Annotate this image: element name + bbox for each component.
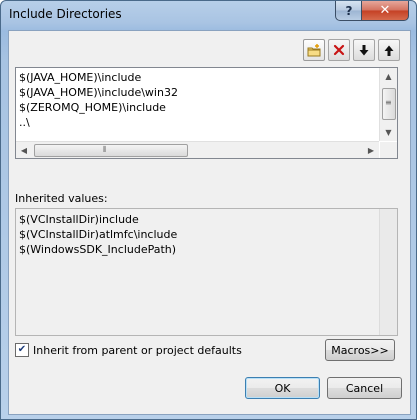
list-item[interactable]: $(JAVA_HOME)\include\win32 [19, 85, 178, 100]
scroll-right-arrow-icon[interactable]: ▶ [363, 142, 379, 158]
inherit-label[interactable]: Inherit from parent or project defaults [33, 344, 242, 357]
directories-lines: $(JAVA_HOME)\include $(JAVA_HOME)\includ… [19, 70, 178, 130]
macros-button[interactable]: Macros>> [325, 339, 395, 361]
vertical-scroll-thumb[interactable]: ≡ [382, 88, 396, 120]
inherited-lines: $(VCInstallDir)include $(VCInstallDir)at… [19, 212, 177, 257]
arrow-down-icon [359, 44, 369, 55]
inherited-values-label: Inherited values: [15, 192, 108, 205]
new-line-button[interactable] [303, 39, 325, 61]
grip-icon: ≡ [385, 98, 392, 107]
close-button[interactable]: ✕ [361, 1, 409, 21]
inherited-values-box: $(VCInstallDir)include $(VCInstallDir)at… [15, 208, 398, 336]
inherit-row[interactable]: ✔ Inherit from parent or project default… [15, 343, 242, 357]
grip-icon: ⦀ [103, 145, 107, 154]
vertical-scrollbar[interactable]: ▲ ≡ ▼ [379, 68, 397, 141]
delete-button[interactable] [328, 39, 350, 61]
inherit-checkbox[interactable]: ✔ [15, 343, 29, 357]
horizontal-scrollbar[interactable]: ◀ ⦀ ▶ [16, 141, 379, 158]
horizontal-scroll-thumb[interactable]: ⦀ [34, 144, 188, 157]
ok-button[interactable]: OK [245, 377, 320, 399]
scroll-down-arrow-icon[interactable]: ▼ [380, 124, 397, 141]
move-up-button[interactable] [378, 39, 400, 61]
list-item: $(VCInstallDir)atlmfc\include [19, 228, 178, 241]
directories-editor: $(JAVA_HOME)\include $(JAVA_HOME)\includ… [15, 35, 400, 159]
move-down-button[interactable] [353, 39, 375, 61]
list-item[interactable]: ..\ [19, 115, 178, 130]
scroll-up-arrow-icon[interactable]: ▲ [380, 68, 397, 85]
inherited-scrollbar [379, 209, 397, 335]
include-directories-window: Include Directories ? ✕ $(JAVA_HOME)\inc… [0, 0, 417, 420]
list-item[interactable]: $(JAVA_HOME)\include [19, 70, 178, 85]
arrow-up-icon [384, 45, 394, 56]
help-button[interactable]: ? [335, 1, 363, 21]
cancel-button[interactable]: Cancel [327, 377, 402, 399]
window-title: Include Directories [9, 7, 122, 21]
editor-toolbar [303, 39, 400, 63]
list-item: $(VCInstallDir)include [19, 213, 139, 226]
list-item[interactable]: $(ZEROMQ_HOME)\include [19, 100, 178, 115]
dialog-client-area: $(JAVA_HOME)\include $(JAVA_HOME)\includ… [8, 30, 411, 415]
scrollbar-corner [380, 142, 397, 158]
delete-x-icon [333, 44, 345, 56]
scroll-left-arrow-icon[interactable]: ◀ [16, 142, 32, 158]
new-folder-icon [307, 43, 321, 56]
list-item: $(WindowsSDK_IncludePath) [19, 243, 177, 256]
title-bar[interactable]: Include Directories ? ✕ [1, 1, 416, 29]
directories-list[interactable]: $(JAVA_HOME)\include $(JAVA_HOME)\includ… [15, 67, 398, 159]
